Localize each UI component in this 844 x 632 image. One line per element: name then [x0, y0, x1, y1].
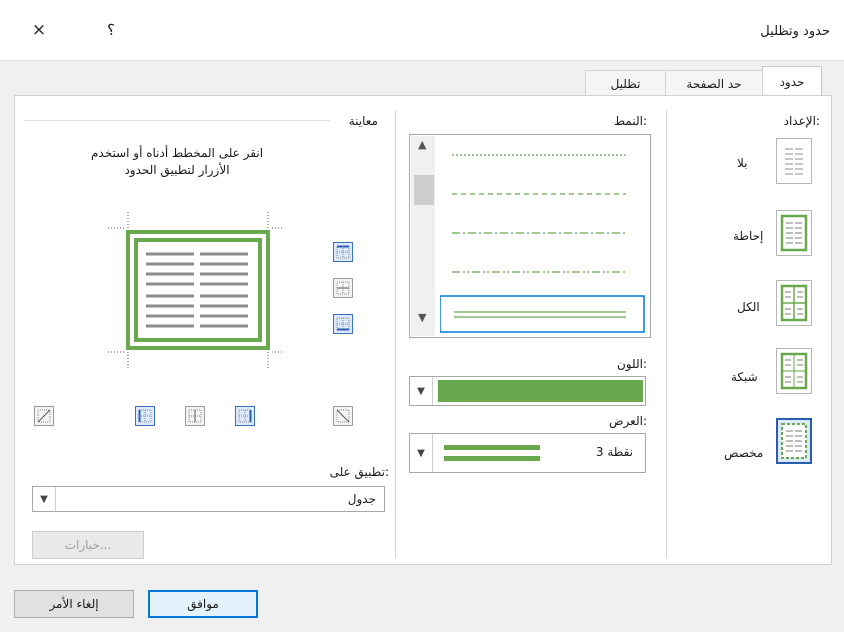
width-dropdown[interactable]: ▼ 3 نقطة — [409, 433, 646, 473]
apply-to-value: جدول — [347, 492, 376, 506]
style-listbox[interactable]: ▲ ▼ — [409, 134, 651, 338]
left-border-button[interactable] — [135, 406, 155, 426]
inside-vertical-border-icon — [188, 409, 202, 423]
setting-label-box[interactable]: إحاطة — [733, 229, 763, 243]
column-divider — [666, 110, 667, 558]
chevron-down-icon[interactable]: ▼ — [33, 487, 56, 511]
inside-horizontal-border-icon — [336, 281, 350, 295]
tab-label: تظليل — [610, 76, 641, 91]
tab-page-border[interactable]: حد الصفحة — [665, 70, 763, 96]
none-border-icon[interactable] — [776, 138, 812, 184]
preview-instructions: انقر على المخطط أدناه أو استخدم — [90, 146, 264, 160]
inside-horizontal-border-button[interactable] — [333, 278, 353, 298]
dialog-title: حدود وتظليل — [760, 24, 830, 39]
setting-heading: الإعداد: — [783, 114, 820, 128]
tab-label: حدود — [779, 74, 805, 89]
diagonal-up-border-button[interactable] — [34, 406, 54, 426]
style-options[interactable] — [440, 137, 648, 335]
width-heading: العرض: — [609, 414, 647, 428]
top-border-icon — [336, 245, 350, 259]
right-border-button[interactable] — [235, 406, 255, 426]
bottom-border-button[interactable] — [333, 314, 353, 334]
custom-border-icon[interactable] — [776, 418, 812, 464]
preview-diagram[interactable] — [108, 212, 284, 368]
ok-button[interactable]: موافق — [148, 590, 258, 618]
title-bar: × ؟ حدود وتظليل — [0, 0, 844, 60]
preview-divider — [24, 120, 330, 121]
setting-label-custom[interactable]: مخصص — [724, 446, 763, 460]
chevron-down-icon[interactable]: ▼ — [418, 311, 426, 324]
inside-vertical-border-button[interactable] — [185, 406, 205, 426]
preview-instructions: الأزرار لتطبيق الحدود — [124, 163, 230, 177]
top-border-button[interactable] — [333, 242, 353, 262]
scroll-thumb[interactable] — [414, 175, 434, 205]
apply-to-dropdown[interactable]: ▼ جدول — [32, 486, 385, 512]
width-sample-line — [444, 456, 540, 461]
width-sample-line — [444, 445, 540, 450]
options-label: خيارات... — [64, 538, 112, 552]
box-border-icon[interactable] — [776, 210, 812, 256]
setting-label-none[interactable]: بلا — [737, 156, 748, 170]
close-icon[interactable]: × — [24, 15, 54, 45]
diagonal-down-border-icon — [336, 409, 350, 423]
chevron-up-icon[interactable]: ▲ — [418, 138, 426, 151]
ok-label: موافق — [187, 597, 219, 611]
apply-to-heading: تطبيق على: — [329, 465, 389, 479]
cancel-label: إلغاء الأمر — [49, 597, 99, 611]
style-selected-highlight[interactable] — [440, 295, 645, 333]
bottom-border-icon — [336, 317, 350, 331]
color-dropdown[interactable]: ▼ — [409, 376, 646, 406]
setting-label-grid[interactable]: شبكة — [731, 370, 758, 384]
preview-heading: معاينة — [348, 114, 378, 128]
cancel-button[interactable]: إلغاء الأمر — [14, 590, 134, 618]
style-heading: النمط: — [614, 114, 647, 128]
tab-label: حد الصفحة — [686, 76, 742, 91]
setting-label-all[interactable]: الكل — [737, 300, 760, 314]
tab-shading[interactable]: تظليل — [585, 70, 666, 96]
options-button[interactable]: خيارات... — [32, 531, 144, 559]
color-swatch — [438, 380, 643, 402]
tab-borders[interactable]: حدود — [762, 66, 822, 96]
chevron-down-icon[interactable]: ▼ — [410, 434, 433, 472]
style-scrollbar[interactable] — [411, 136, 435, 336]
right-border-icon — [238, 409, 252, 423]
color-heading: اللون: — [616, 357, 647, 371]
help-icon[interactable]: ؟ — [96, 15, 126, 45]
all-border-icon[interactable] — [776, 280, 812, 326]
grid-border-icon[interactable] — [776, 348, 812, 394]
diagonal-up-border-icon — [37, 409, 51, 423]
chevron-down-icon[interactable]: ▼ — [410, 377, 433, 405]
width-value: 3 نقطة — [595, 445, 633, 459]
diagonal-down-border-button[interactable] — [333, 406, 353, 426]
column-divider — [395, 110, 396, 558]
left-border-icon — [138, 409, 152, 423]
